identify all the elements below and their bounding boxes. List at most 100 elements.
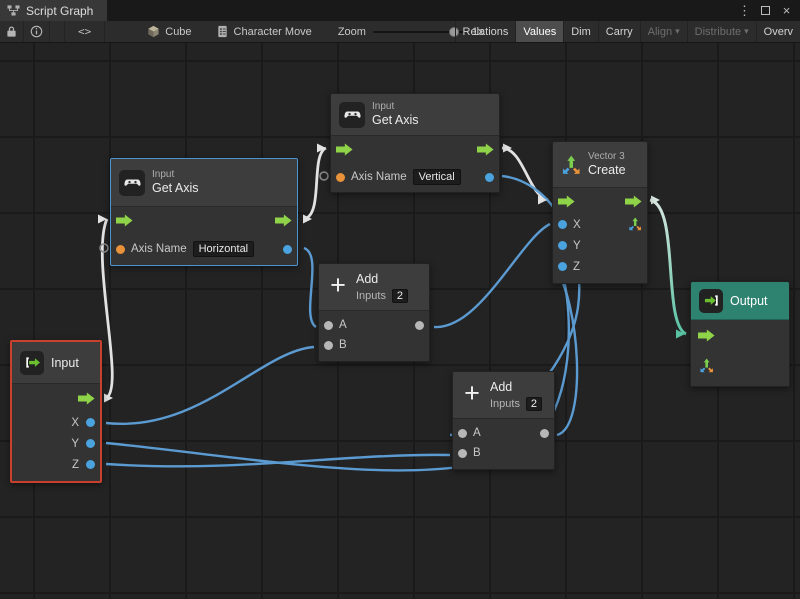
wire-input-z-to-add2-b[interactable] <box>106 455 450 466</box>
inputs-count-field[interactable]: 2 <box>526 397 542 411</box>
close-icon[interactable]: × <box>778 2 795 19</box>
node-category: Input <box>372 101 419 113</box>
tab-bar: Script Graph ⋮ × <box>0 0 800 21</box>
wire-vector3-to-output[interactable] <box>650 200 686 334</box>
x-in-port[interactable] <box>558 220 567 229</box>
value-out-port[interactable] <box>485 173 494 182</box>
input-b-port[interactable] <box>324 341 333 350</box>
relations-button[interactable]: Relations <box>455 21 516 42</box>
overview-button[interactable]: Overv <box>756 21 800 42</box>
maximize-glyph <box>761 6 770 15</box>
wire-input-x-to-add1-b[interactable] <box>106 347 314 424</box>
add-icon: + <box>461 378 483 411</box>
menu-icon[interactable]: ⋮ <box>736 2 753 19</box>
flow-in-port[interactable] <box>116 214 133 227</box>
node-header: + Add Inputs 2 <box>319 264 429 311</box>
node-header: Input Get Axis <box>331 94 499 136</box>
flow-out-port[interactable] <box>275 214 292 227</box>
node-add-2[interactable]: + Add Inputs 2 A B <box>452 371 555 470</box>
dim-button[interactable]: Dim <box>563 21 598 42</box>
wire-getaxis-h-to-getaxis-v[interactable] <box>304 148 326 219</box>
unconnected-port-ring[interactable] <box>100 244 108 252</box>
node-header: + Add Inputs 2 <box>453 372 554 419</box>
value-out-port[interactable] <box>283 245 292 254</box>
node-title: Get Axis <box>372 113 419 128</box>
port-b-label: B <box>473 447 481 459</box>
zoom-slider[interactable] <box>373 31 465 33</box>
carry-label: Carry <box>606 26 633 38</box>
overview-label: Overv <box>764 26 793 38</box>
distribute-dropdown[interactable]: Distribute ▾ <box>687 21 756 42</box>
cube-context-button[interactable]: Cube <box>139 21 199 42</box>
flow-in-port[interactable] <box>336 143 353 156</box>
add-icon: + <box>327 270 349 303</box>
node-add-1[interactable]: + Add Inputs 2 A B <box>318 263 430 362</box>
zoom-label: Zoom <box>338 26 366 38</box>
port-y-label: Y <box>71 438 79 450</box>
node-get-axis-vertical[interactable]: Input Get Axis Axis Name Vertical <box>330 93 500 193</box>
wire-getaxis-h-value-to-add1-a[interactable] <box>304 248 316 327</box>
port-b-label: B <box>339 339 347 351</box>
axis-name-port[interactable] <box>116 245 125 254</box>
wire-getaxis-v-to-vector3[interactable] <box>502 148 548 200</box>
wire-add1-sum-to-vector3-x[interactable] <box>434 224 550 327</box>
flow-out-port[interactable] <box>78 392 95 405</box>
flow-arrowhead <box>317 144 326 153</box>
node-header: Input <box>12 342 100 384</box>
values-button[interactable]: Values <box>515 21 563 42</box>
axis-name-field[interactable]: Vertical <box>413 169 461 185</box>
y-out-port[interactable] <box>86 439 95 448</box>
input-a-port[interactable] <box>324 321 333 330</box>
cube-label: Cube <box>165 26 191 38</box>
vector3-icon <box>561 155 581 175</box>
input-b-port[interactable] <box>458 449 467 458</box>
unconnected-port-ring[interactable] <box>320 172 328 180</box>
flow-in-row <box>691 320 789 350</box>
axis-name-port[interactable] <box>336 173 345 182</box>
vector3-result-port[interactable] <box>628 217 642 231</box>
carry-button[interactable]: Carry <box>598 21 640 42</box>
z-in-port[interactable] <box>558 262 567 271</box>
wire-add2-sum-to-vector3-z[interactable] <box>554 266 577 435</box>
flow-out-port[interactable] <box>477 143 494 156</box>
tab-script-graph[interactable]: Script Graph <box>0 0 107 21</box>
gamepad-icon <box>119 170 145 196</box>
node-get-axis-horizontal[interactable]: Input Get Axis Axis Name Horizontal <box>110 158 298 266</box>
port-row-y: Y <box>12 433 100 454</box>
flow-in-port[interactable] <box>558 195 575 208</box>
align-dropdown[interactable]: Align ▾ <box>640 21 687 42</box>
character-move-breadcrumb[interactable]: Character Move <box>208 21 320 42</box>
flow-arrowhead <box>538 196 547 205</box>
vector3-in-port[interactable] <box>699 358 714 373</box>
sum-out-port[interactable] <box>415 321 424 330</box>
y-in-port[interactable] <box>558 241 567 250</box>
node-vector3-create[interactable]: Vector 3 Create X Y Z <box>552 141 648 284</box>
graph-canvas[interactable]: Input Get Axis Axis Name Vertical Input … <box>0 43 800 599</box>
port-a-label: A <box>473 427 481 439</box>
inputs-count-field[interactable]: 2 <box>392 289 408 303</box>
node-title: Create <box>588 163 626 178</box>
maximize-icon[interactable] <box>757 2 774 19</box>
inputs-label: Inputs <box>490 398 520 410</box>
node-input[interactable]: Input X Y Z <box>10 340 102 483</box>
input-a-port[interactable] <box>458 429 467 438</box>
output-icon <box>699 289 723 313</box>
flow-row <box>111 207 297 233</box>
node-output[interactable]: Output <box>690 281 790 387</box>
port-row-z: Z <box>12 454 100 475</box>
z-out-port[interactable] <box>86 460 95 469</box>
flow-out-row <box>12 384 100 412</box>
flow-out-port[interactable] <box>625 195 642 208</box>
flow-in-port[interactable] <box>698 329 715 342</box>
axis-name-label: Axis Name <box>351 171 407 183</box>
chevron-down-icon: ▾ <box>744 26 749 37</box>
x-out-port[interactable] <box>86 418 95 427</box>
distribute-label: Distribute <box>695 26 741 38</box>
info-icon <box>30 25 43 38</box>
code-view-button[interactable]: <> <box>64 21 105 42</box>
sum-out-port[interactable] <box>540 429 549 438</box>
lock-button[interactable] <box>0 21 24 42</box>
axis-name-field[interactable]: Horizontal <box>193 241 255 257</box>
flow-arrowhead <box>98 215 107 224</box>
info-button[interactable] <box>24 21 50 42</box>
